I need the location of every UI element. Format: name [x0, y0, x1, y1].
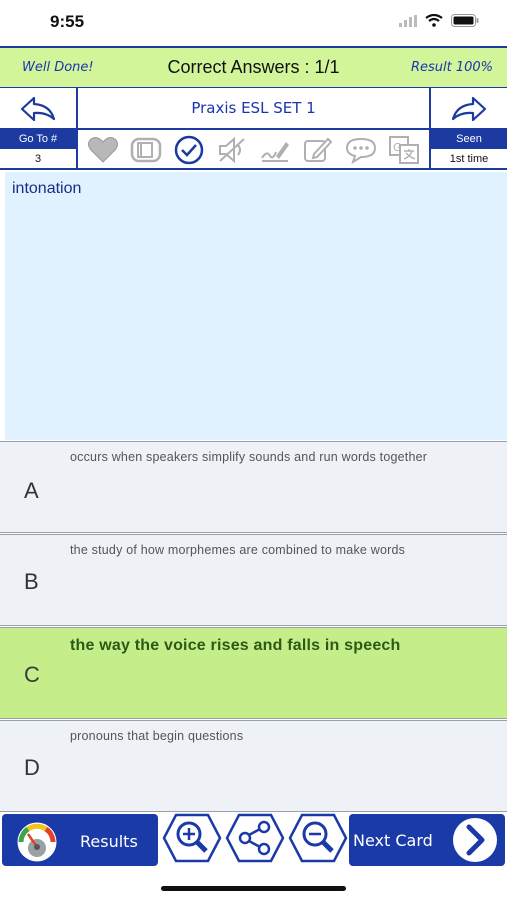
back-arrow-icon: [20, 96, 56, 122]
set-title: Praxis ESL SET 1: [191, 99, 316, 117]
favorite-button[interactable]: [85, 132, 121, 168]
zoom-out-button[interactable]: [288, 813, 348, 868]
gauge-icon: [17, 822, 57, 862]
seen-value: 1st time: [449, 153, 489, 165]
answer-option-c[interactable]: C the way the voice rises and falls in s…: [0, 627, 507, 719]
result-percentage: Result 100%: [410, 60, 493, 75]
zoom-in-icon: [162, 813, 222, 862]
notes-button[interactable]: [128, 132, 164, 168]
question-text: intonation: [12, 180, 82, 197]
zoom-in-button[interactable]: [162, 813, 222, 868]
answer-text: occurs when speakers simplify sounds and…: [70, 450, 428, 464]
status-bar: 9:55: [0, 0, 507, 46]
answer-text: pronouns that begin questions: [70, 729, 244, 743]
signature-icon: [261, 142, 289, 162]
previous-card-button[interactable]: [0, 88, 78, 130]
answer-option-a[interactable]: A occurs when speakers simplify sounds a…: [0, 441, 507, 533]
book-icon: [131, 137, 162, 163]
answer-letter: A: [24, 478, 39, 503]
answer-text: the study of how morphemes are combined …: [70, 543, 406, 557]
heart-icon: [88, 137, 119, 163]
answer-option-b[interactable]: B the study of how morphemes are combine…: [0, 534, 507, 626]
share-icon: [225, 813, 285, 862]
edit-button[interactable]: [300, 132, 336, 168]
bottom-toolbar: Results Next Card: [0, 812, 507, 868]
answer-letter: C: [24, 662, 40, 687]
svg-text:G: G: [393, 141, 402, 154]
next-card-arrow-button[interactable]: [429, 88, 507, 130]
question-area: intonation: [5, 172, 507, 440]
home-indicator: [161, 886, 346, 891]
speech-bubble-icon: [345, 137, 376, 164]
tool-row: Go To # 3 G Seen 1st time: [0, 130, 507, 170]
chevron-right-icon: [453, 818, 497, 862]
forward-arrow-icon: [451, 96, 487, 122]
seen-box: Seen 1st time: [429, 130, 507, 170]
answer-option-d[interactable]: D pronouns that begin questions: [0, 720, 507, 812]
wifi-icon: [425, 14, 443, 27]
comment-button[interactable]: [343, 132, 379, 168]
results-button[interactable]: Results: [2, 814, 158, 866]
next-card-button[interactable]: Next Card: [349, 814, 505, 866]
results-header: Well Done! Correct Answers : 1/1 Result …: [0, 46, 507, 88]
check-circle-icon: [174, 135, 204, 165]
card-tools: G: [80, 130, 427, 170]
seen-label: Seen: [431, 130, 507, 149]
translate-button[interactable]: G: [386, 132, 422, 168]
answer-letter: B: [24, 569, 39, 594]
middle-controls: [160, 813, 350, 868]
goto-box[interactable]: Go To # 3: [0, 130, 78, 170]
status-icons: [399, 14, 479, 27]
status-time: 9:55: [50, 12, 85, 31]
share-button[interactable]: [225, 813, 285, 868]
answer-letter: D: [24, 755, 40, 780]
edit-icon: [303, 137, 333, 162]
audio-button[interactable]: [214, 132, 250, 168]
battery-icon: [451, 14, 479, 27]
signal-icon: [399, 14, 417, 27]
translate-icon: G: [388, 136, 419, 164]
mute-icon: [219, 136, 245, 164]
goto-value[interactable]: 3: [0, 149, 76, 170]
zoom-out-icon: [288, 813, 348, 862]
card-navigation: Praxis ESL SET 1: [0, 88, 507, 130]
results-label: Results: [80, 832, 138, 851]
handwriting-button[interactable]: [257, 132, 293, 168]
mark-known-button[interactable]: [171, 132, 207, 168]
next-card-label: Next Card: [353, 831, 433, 850]
answer-text: the way the voice rises and falls in spe…: [70, 637, 401, 654]
goto-label: Go To #: [0, 130, 76, 149]
